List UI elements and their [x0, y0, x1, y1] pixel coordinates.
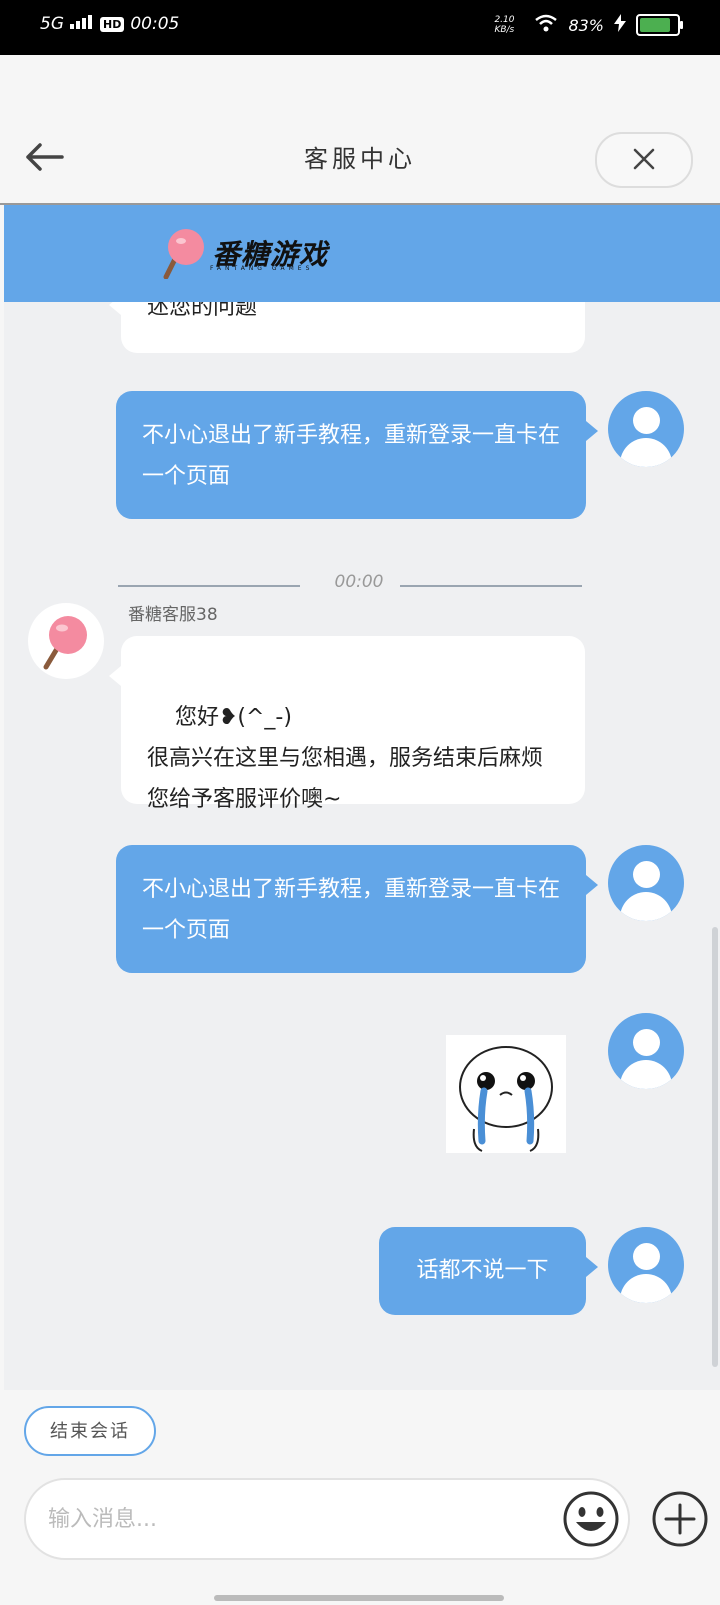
status-right: 2.10 KB/s 83%	[494, 14, 683, 36]
chat-scrollbar[interactable]	[712, 927, 718, 1367]
divider-time: 00:00	[334, 572, 384, 592]
status-bar: 5G HD 00:05 2.10 KB/s 83%	[0, 0, 720, 55]
agent-message-text: 您好❥(^_-) 很高兴在这里与您相遇，服务结束后麻烦您给予客服评价噢~	[147, 705, 544, 812]
signal-icon	[70, 14, 94, 34]
brand-subtitle: FANTANG GAMES	[210, 265, 314, 272]
plus-icon	[652, 1491, 708, 1547]
user-avatar[interactable]	[608, 391, 684, 467]
crying-face-sticker[interactable]	[446, 1035, 566, 1153]
user-message: 话都不说一下	[379, 1227, 598, 1315]
plus-button[interactable]	[651, 1490, 709, 1548]
user-avatar[interactable]	[608, 1013, 684, 1089]
hd-badge: HD	[100, 16, 125, 32]
agent-message: 您好❥(^_-) 很高兴在这里与您相遇，服务结束后麻烦您给予客服评价噢~	[109, 636, 585, 812]
agent-avatar[interactable]	[28, 603, 104, 679]
charging-icon	[614, 14, 626, 36]
emoji-button[interactable]	[562, 1490, 620, 1548]
close-icon	[633, 148, 655, 170]
end-session-button[interactable]: 结束会话	[24, 1406, 156, 1456]
user-message: 不小心退出了新手教程，重新登录一直卡在一个页面	[116, 845, 598, 973]
battery-fill	[640, 18, 670, 32]
user-avatar[interactable]	[608, 1227, 684, 1303]
battery-icon	[636, 14, 683, 36]
emoji-icon	[563, 1491, 619, 1547]
clock: 00:05	[130, 14, 180, 34]
input-area: 结束会话	[0, 1390, 720, 1605]
lollipop-avatar-icon	[43, 616, 87, 670]
user-message-text: 不小心退出了新手教程，重新登录一直卡在一个页面	[142, 423, 561, 489]
home-indicator[interactable]	[214, 1595, 504, 1601]
user-message: 不小心退出了新手教程，重新登录一直卡在一个页面	[116, 391, 598, 519]
lollipop-icon	[163, 229, 204, 279]
user-message-text: 不小心退出了新手教程，重新登录一直卡在一个页面	[142, 877, 561, 943]
message-input[interactable]	[24, 1478, 630, 1560]
battery-percent: 83%	[568, 15, 604, 35]
brand-logo: 番糖游戏 FANTANG GAMES	[162, 227, 328, 279]
top-nav-bar: 客服中心	[0, 55, 720, 205]
user-message-text: 话都不说一下	[416, 1258, 549, 1283]
brand-banner: 番糖游戏 FANTANG GAMES	[4, 205, 720, 302]
network-speed: 2.10 KB/s	[494, 15, 515, 35]
status-left: 5G HD 00:05	[40, 14, 179, 34]
chat-area[interactable]: 述您的问题 番糖游戏 FANTANG GAMES 不小心退出了新手教程，重新登录…	[4, 205, 720, 1390]
wifi-icon	[534, 14, 558, 36]
user-avatar[interactable]	[608, 845, 684, 921]
time-divider: 00:00	[118, 572, 600, 602]
network-indicator: 5G	[40, 14, 64, 34]
agent-name: 番糖客服38	[128, 605, 218, 625]
close-button[interactable]	[595, 132, 693, 188]
